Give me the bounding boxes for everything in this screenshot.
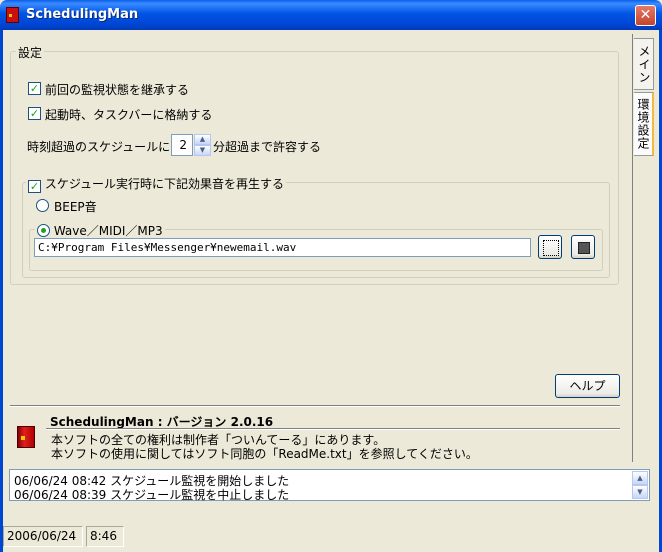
about-readme-text: 本ソフトの使用に関してはソフト同胞の「ReadMe.txt」を参照してください。	[51, 447, 478, 461]
wave-radio[interactable]	[37, 224, 50, 237]
spin-down-button[interactable]: ▼	[194, 145, 211, 156]
scroll-up-icon[interactable]: ▲	[632, 471, 648, 485]
wave-group-header: Wave／MIDI／MP3	[35, 222, 165, 239]
radio-selected-dot	[41, 228, 46, 233]
sound-file-path-input[interactable]: C:¥Program Files¥Messenger¥newemail.wav	[34, 238, 531, 257]
sound-group-header: ✓ スケジュール実行時に下記効果音を再生する	[26, 175, 286, 193]
play-sound-label[interactable]: スケジュール実行時に下記効果音を再生する	[45, 177, 284, 191]
wave-radio-label[interactable]: Wave／MIDI／MP3	[54, 224, 163, 238]
list-item[interactable]: 06/06/24 08:39 スケジュール監視を中止しました	[14, 486, 289, 503]
stop-icon[interactable]	[571, 235, 595, 259]
inherit-monitor-checkbox[interactable]: ✓	[28, 82, 41, 95]
tab-main[interactable]: メイン	[634, 38, 654, 90]
overdue-minutes-input[interactable]: 2	[171, 134, 193, 156]
door-icon	[17, 426, 35, 448]
inherit-monitor-label[interactable]: 前回の監視状態を継承する	[45, 81, 189, 98]
status-time: 8:46	[86, 526, 124, 547]
close-button[interactable]: ✕	[635, 5, 656, 26]
settings-group-label: 設定	[16, 44, 45, 61]
spin-up-button[interactable]: ▲	[194, 134, 211, 145]
beep-radio-label[interactable]: BEEP音	[54, 198, 97, 215]
store-in-tray-checkbox[interactable]: ✓	[28, 107, 41, 120]
door-icon	[6, 7, 19, 23]
play-sound-checkbox[interactable]: ✓	[28, 180, 41, 193]
status-bar: 2006/06/24 8:46	[3, 524, 659, 549]
overdue-suffix-label: 分超過まで許容する	[213, 140, 322, 154]
about-separator-top	[10, 405, 620, 407]
overdue-prefix-label: 時刻超過のスケジュールには	[27, 140, 183, 154]
browse-icon[interactable]	[538, 235, 562, 259]
scroll-down-icon[interactable]: ▼	[632, 485, 648, 499]
help-button[interactable]: ヘルプ	[555, 374, 620, 398]
log-list[interactable]: 06/06/24 08:42 スケジュール監視を開始しました 06/06/24 …	[9, 469, 650, 503]
status-date: 2006/06/24	[3, 526, 83, 547]
window-title: SchedulingMan	[26, 7, 139, 22]
about-separator	[46, 428, 620, 430]
tab-settings[interactable]: 環境設定	[634, 92, 654, 156]
beep-radio[interactable]	[36, 199, 49, 212]
store-in-tray-label[interactable]: 起動時、タスクバーに格納する	[45, 106, 212, 123]
